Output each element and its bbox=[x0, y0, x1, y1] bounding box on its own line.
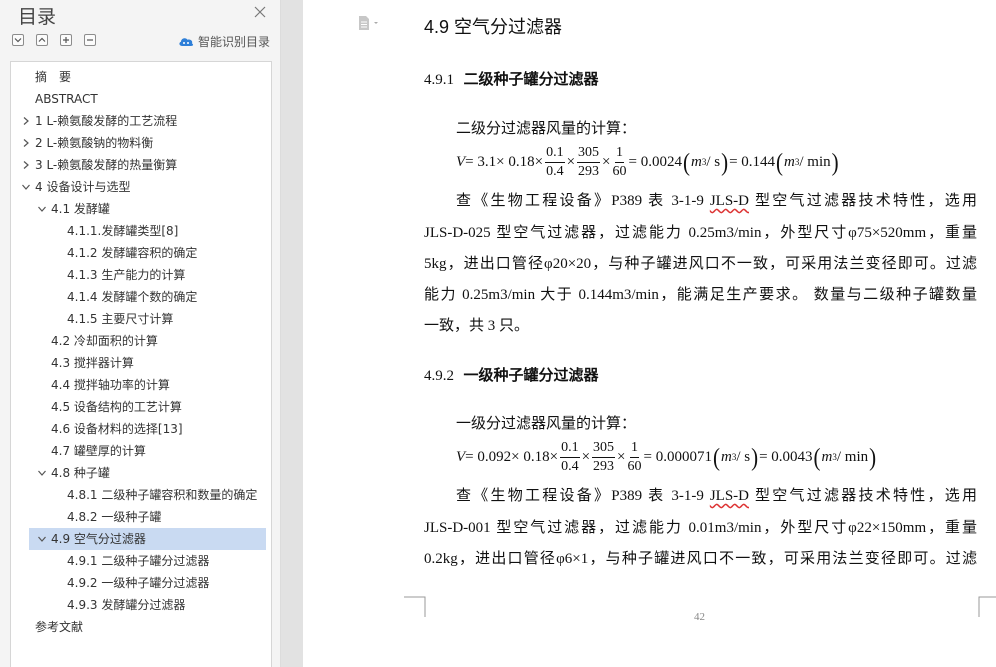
toc-item-label: 4.9 空气分过滤器 bbox=[51, 532, 146, 546]
toc-item[interactable]: 4 设备设计与选型 bbox=[11, 176, 271, 198]
paragraph-line: 能力 0.25m3/min 大于 0.144m3/min，能满足生产要求。 数量… bbox=[424, 287, 977, 303]
toc-item[interactable]: 4.1.5 主要尺寸计算 bbox=[11, 308, 271, 330]
paragraph-line: JLS-D-001 型空气过滤器，过滤能力 0.01m3/min，外型尺寸φ22… bbox=[424, 520, 977, 536]
toc-item-label: 4.6 设备材料的选择[13] bbox=[51, 422, 183, 436]
toc-item[interactable]: 4.9.3 发酵罐分过滤器 bbox=[11, 594, 271, 616]
toc-item-label: 2 L-赖氨酸钠的物料衡 bbox=[35, 136, 154, 150]
toc-item[interactable]: 4.5 设备结构的工艺计算 bbox=[11, 396, 271, 418]
chevron-right-icon[interactable] bbox=[21, 116, 31, 126]
chevron-down-icon[interactable] bbox=[21, 182, 31, 192]
toc-item[interactable]: 2 L-赖氨酸钠的物料衡 bbox=[11, 132, 271, 154]
toc-item[interactable]: 4.1.1.发酵罐类型[8] bbox=[11, 220, 271, 242]
subsection-title: 4.9.1 二级种子罐分过滤器 bbox=[424, 68, 599, 89]
chevron-down-icon[interactable] bbox=[37, 534, 47, 544]
toc-item-label: 4.1 发酵罐 bbox=[51, 202, 110, 216]
subsection-text: 二级种子罐分过滤器 bbox=[463, 70, 599, 88]
page-number: 42 bbox=[694, 611, 705, 623]
paragraph-line: 查《生物工程设备》P389 表 3-1-9 JLS-D 型空气过滤器技术特性，选… bbox=[456, 488, 977, 504]
toc-item-label: 4.1.1.发酵罐类型[8] bbox=[67, 224, 179, 238]
toc-panel: 目录 智能识别目录 摘 要 ABSTRACT 1 L-赖氨酸发酵的工艺流程 2 L-赖… bbox=[0, 0, 281, 667]
subsection-text: 一级种子罐分过滤器 bbox=[463, 366, 599, 384]
paragraph-line: 查《生物工程设备》P389 表 3-1-9 JLS-D 型空气过滤器技术特性，选… bbox=[456, 193, 977, 209]
toc-item[interactable]: 3 L-赖氨酸发酵的热量衡算 bbox=[11, 154, 271, 176]
toc-item-label: 4.1.2 发酵罐容积的确定 bbox=[67, 246, 198, 260]
toc-item-label: 4.9.1 二级种子罐分过滤器 bbox=[67, 554, 210, 568]
toc-item-label: 1 L-赖氨酸发酵的工艺流程 bbox=[35, 114, 178, 128]
paragraph-line: 二级分过滤器风量的计算： bbox=[456, 121, 637, 137]
toc-item-label: 3 L-赖氨酸发酵的热量衡算 bbox=[35, 158, 178, 172]
toc-item[interactable]: 4.4 搅拌轴功率的计算 bbox=[11, 374, 271, 396]
toc-list: 摘 要 ABSTRACT 1 L-赖氨酸发酵的工艺流程 2 L-赖氨酸钠的物料衡 3 L… bbox=[10, 61, 272, 667]
toc-item[interactable]: 摘 要 bbox=[11, 66, 271, 88]
panel-divider[interactable] bbox=[281, 0, 303, 667]
toc-item[interactable]: ABSTRACT bbox=[11, 88, 271, 110]
toc-item[interactable]: 4.8.1 二级种子罐容积和数量的确定 bbox=[11, 484, 271, 506]
toc-item-label: 4.1.5 主要尺寸计算 bbox=[67, 312, 174, 326]
subsection-title: 4.9.2 一级种子罐分过滤器 bbox=[424, 364, 599, 385]
toc-item-label: 4.8.1 二级种子罐容积和数量的确定 bbox=[67, 488, 258, 502]
toc-item[interactable]: 4.7 罐壁厚的计算 bbox=[11, 440, 271, 462]
paragraph-line: 一致，共 3 只。 bbox=[424, 318, 530, 334]
toc-item[interactable]: 4.1.3 生产能力的计算 bbox=[11, 264, 271, 286]
toc-item-label: 4.7 罐壁厚的计算 bbox=[51, 444, 146, 458]
toc-item-label: ABSTRACT bbox=[35, 92, 98, 106]
chevron-down-icon[interactable] bbox=[37, 468, 47, 478]
toc-item-label: 4.5 设备结构的工艺计算 bbox=[51, 400, 182, 414]
toc-item[interactable]: 4.8.2 一级种子罐 bbox=[11, 506, 271, 528]
page-corner-mark bbox=[978, 596, 996, 617]
toc-item[interactable]: 参考文献 bbox=[11, 616, 271, 638]
toc-item[interactable]: 4.2 冷却面积的计算 bbox=[11, 330, 271, 352]
toc-item[interactable]: 4.1.4 发酵罐个数的确定 bbox=[11, 286, 271, 308]
paragraph-line: 0.2kg，进出口管径φ6×1，与种子罐进风口不一致，可采用法兰变径即可。过滤 bbox=[424, 551, 977, 567]
toc-item-label: 4 设备设计与选型 bbox=[35, 180, 131, 194]
smart-toc-button[interactable]: 智能识别目录 bbox=[178, 33, 270, 49]
toc-item-label: 4.3 搅拌器计算 bbox=[51, 356, 134, 370]
formula: V = 3.1× 0.18× 0.1 0.4 × 305 293 × 1 60 = 0.0… bbox=[456, 144, 839, 179]
formula: V = 0.092× 0.18× 0.1 0.4 × 305 293 × 1 60 = 0… bbox=[456, 439, 877, 474]
subsection-number: 4.9.1 bbox=[424, 72, 454, 88]
toc-item[interactable]: 4.9 空气分过滤器 bbox=[29, 528, 266, 550]
toc-item[interactable]: 4.1.2 发酵罐容积的确定 bbox=[11, 242, 271, 264]
toc-item[interactable]: 1 L-赖氨酸发酵的工艺流程 bbox=[11, 110, 271, 132]
toc-item-label: 4.9.3 发酵罐分过滤器 bbox=[67, 598, 186, 612]
page-menu-icon[interactable] bbox=[358, 15, 380, 31]
chevron-right-icon[interactable] bbox=[21, 160, 31, 170]
close-icon[interactable] bbox=[253, 5, 267, 19]
paragraph-line: JLS-D-025 型空气过滤器，过滤能力 0.25m3/min，外型尺寸φ75… bbox=[424, 225, 977, 241]
toc-item-label: 4.1.3 生产能力的计算 bbox=[67, 268, 186, 282]
toc-title: 目录 bbox=[18, 6, 57, 28]
smart-cloud-icon bbox=[179, 38, 194, 46]
paragraph-line: 一级分过滤器风量的计算： bbox=[456, 416, 637, 432]
collapse-all-icon[interactable] bbox=[36, 34, 48, 46]
toc-item[interactable]: 4.3 搅拌器计算 bbox=[11, 352, 271, 374]
page-corner-mark bbox=[404, 596, 426, 617]
toc-item-label: 4.8.2 一级种子罐 bbox=[67, 510, 162, 524]
toc-item[interactable]: 4.8 种子罐 bbox=[11, 462, 271, 484]
toc-item-label: 4.2 冷却面积的计算 bbox=[51, 334, 158, 348]
toc-item[interactable]: 4.9.2 一级种子罐分过滤器 bbox=[11, 572, 271, 594]
toc-item-label: 4.8 种子罐 bbox=[51, 466, 110, 480]
toc-item-label: 4.4 搅拌轴功率的计算 bbox=[51, 378, 170, 392]
chevron-down-icon[interactable] bbox=[37, 204, 47, 214]
smart-toc-label: 智能识别目录 bbox=[198, 34, 271, 49]
toc-item-label: 4.9.2 一级种子罐分过滤器 bbox=[67, 576, 210, 590]
add-heading-icon[interactable] bbox=[60, 34, 72, 46]
section-title: 4.9 空气分过滤器 bbox=[424, 17, 563, 37]
remove-heading-icon[interactable] bbox=[84, 34, 96, 46]
paragraph-line: 5kg，进出口管径φ20×20，与种子罐进风口不一致，可采用法兰变径即可。过滤 bbox=[424, 256, 977, 272]
toc-item[interactable]: 4.1 发酵罐 bbox=[11, 198, 271, 220]
chevron-right-icon[interactable] bbox=[21, 138, 31, 148]
toc-item-label: 4.1.4 发酵罐个数的确定 bbox=[67, 290, 198, 304]
subsection-number: 4.9.2 bbox=[424, 368, 454, 384]
toc-item-label: 参考文献 bbox=[35, 620, 84, 634]
toc-item[interactable]: 4.6 设备材料的选择[13] bbox=[11, 418, 271, 440]
expand-all-icon[interactable] bbox=[12, 34, 24, 46]
toc-item-label: 摘 要 bbox=[35, 70, 72, 84]
toc-item[interactable]: 4.9.1 二级种子罐分过滤器 bbox=[11, 550, 271, 572]
